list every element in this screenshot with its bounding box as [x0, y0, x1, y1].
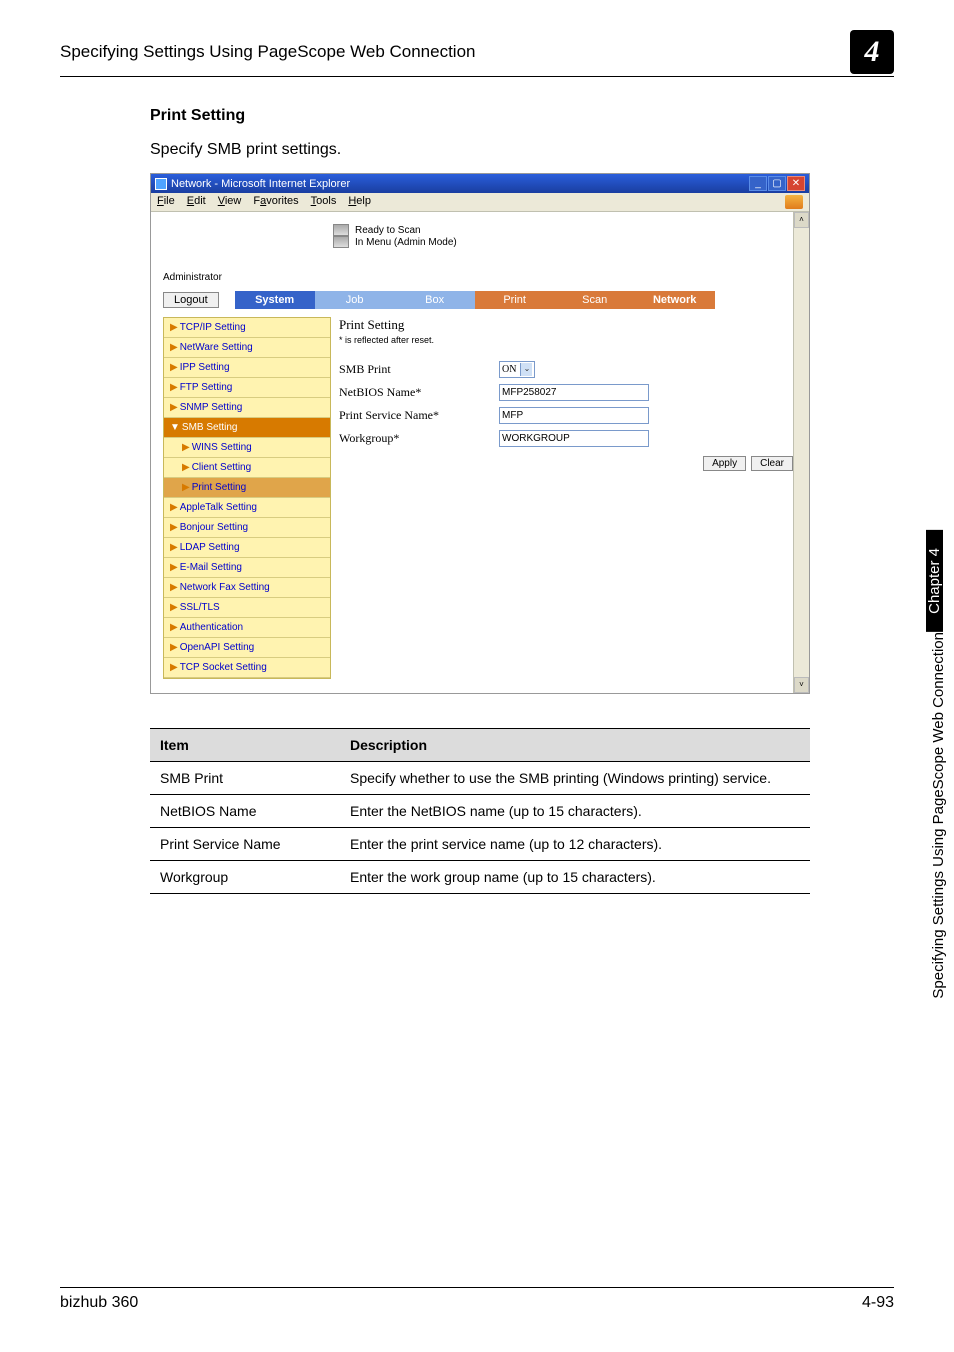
table-row: SMB Print Specify whether to use the SMB…	[150, 762, 810, 795]
minimize-button[interactable]: _	[749, 176, 767, 191]
scanner-status-icon	[333, 236, 349, 248]
admin-label: Administrator	[163, 272, 809, 283]
windows-flag-icon	[785, 195, 803, 209]
sidebar-item-netware[interactable]: ▶NetWare Setting	[164, 338, 330, 358]
table-head-item: Item	[150, 729, 340, 762]
sidebar-item-ssl[interactable]: ▶SSL/TLS	[164, 598, 330, 618]
section-intro: Specify SMB print settings.	[150, 141, 894, 159]
table-cell-desc: Enter the print service name (up to 12 c…	[340, 828, 810, 861]
tab-scan[interactable]: Scan	[555, 291, 635, 309]
service-input[interactable]	[499, 407, 649, 424]
tab-network[interactable]: Network	[635, 291, 715, 309]
maximize-button[interactable]: ▢	[768, 176, 786, 191]
side-chapter-tab: Chapter 4	[926, 530, 943, 632]
ie-icon	[155, 178, 167, 190]
netbios-label: NetBIOS Name*	[339, 385, 499, 400]
tab-box[interactable]: Box	[395, 291, 475, 309]
table-cell-desc: Specify whether to use the SMB printing …	[340, 762, 810, 795]
sidebar-item-auth[interactable]: ▶Authentication	[164, 618, 330, 638]
settings-table: Item Description SMB Print Specify wheth…	[150, 728, 810, 894]
sidebar-item-print[interactable]: ▶Print Setting	[164, 478, 330, 498]
browser-titlebar: Network - Microsoft Internet Explorer _ …	[151, 174, 809, 193]
browser-window: Network - Microsoft Internet Explorer _ …	[150, 173, 810, 694]
status-line-2: In Menu (Admin Mode)	[355, 237, 457, 248]
table-row: NetBIOS Name Enter the NetBIOS name (up …	[150, 795, 810, 828]
menu-tools[interactable]: Tools	[311, 195, 337, 209]
content-heading: Print Setting	[339, 317, 797, 333]
sidebar-item-ipp[interactable]: ▶IPP Setting	[164, 358, 330, 378]
workgroup-label: Workgroup*	[339, 431, 499, 446]
close-button[interactable]: ✕	[787, 176, 805, 191]
sidebar-item-email[interactable]: ▶E-Mail Setting	[164, 558, 330, 578]
sidebar-item-openapi[interactable]: ▶OpenAPI Setting	[164, 638, 330, 658]
chapter-number-box: 4	[850, 30, 894, 74]
printer-status-icon	[333, 224, 349, 236]
tab-print[interactable]: Print	[475, 291, 555, 309]
section-title: Print Setting	[150, 107, 894, 125]
table-cell-item: SMB Print	[150, 762, 340, 795]
menu-view[interactable]: View	[218, 195, 242, 209]
menu-favorites[interactable]: Favorites	[253, 195, 298, 209]
chevron-down-icon: ⌄	[520, 363, 532, 376]
table-cell-item: Print Service Name	[150, 828, 340, 861]
menu-file[interactable]: File	[157, 195, 175, 209]
sidebar-item-tcpip[interactable]: ▶TCP/IP Setting	[164, 318, 330, 338]
sidebar-item-ftp[interactable]: ▶FTP Setting	[164, 378, 330, 398]
sidebar-item-client[interactable]: ▶Client Setting	[164, 458, 330, 478]
smb-print-label: SMB Print	[339, 362, 499, 377]
menu-help[interactable]: Help	[348, 195, 371, 209]
table-cell-desc: Enter the work group name (up to 15 char…	[340, 861, 810, 894]
table-cell-item: Workgroup	[150, 861, 340, 894]
clear-button[interactable]: Clear	[751, 456, 793, 471]
browser-title: Network - Microsoft Internet Explorer	[171, 178, 350, 190]
browser-menu: File Edit View Favorites Tools Help	[151, 193, 809, 212]
table-cell-item: NetBIOS Name	[150, 795, 340, 828]
tab-system[interactable]: System	[235, 291, 315, 309]
sidebar-item-appletalk[interactable]: ▶AppleTalk Setting	[164, 498, 330, 518]
sidebar: ▶TCP/IP Setting ▶NetWare Setting ▶IPP Se…	[163, 317, 331, 679]
tab-job[interactable]: Job	[315, 291, 395, 309]
workgroup-input[interactable]	[499, 430, 649, 447]
sidebar-item-bonjour[interactable]: ▶Bonjour Setting	[164, 518, 330, 538]
sidebar-item-smb[interactable]: ▼SMB Setting	[164, 418, 330, 438]
content-note: * is reflected after reset.	[339, 335, 797, 345]
smb-print-select[interactable]: ON⌄	[499, 361, 535, 378]
footer-left: bizhub 360	[60, 1294, 138, 1312]
status-line-1: Ready to Scan	[355, 225, 421, 236]
table-row: Workgroup Enter the work group name (up …	[150, 861, 810, 894]
service-label: Print Service Name*	[339, 408, 499, 423]
vertical-scrollbar[interactable]: ˄ ˅	[793, 212, 809, 693]
page-header-title: Specifying Settings Using PageScope Web …	[60, 42, 476, 62]
scroll-down-icon[interactable]: ˅	[794, 677, 809, 693]
table-row: Print Service Name Enter the print servi…	[150, 828, 810, 861]
apply-button[interactable]: Apply	[703, 456, 746, 471]
footer-right: 4-93	[862, 1294, 894, 1312]
sidebar-item-snmp[interactable]: ▶SNMP Setting	[164, 398, 330, 418]
table-cell-desc: Enter the NetBIOS name (up to 15 charact…	[340, 795, 810, 828]
netbios-input[interactable]	[499, 384, 649, 401]
menu-edit[interactable]: Edit	[187, 195, 206, 209]
scroll-up-icon[interactable]: ˄	[794, 212, 809, 228]
side-text: Specifying Settings Using PageScope Web …	[926, 632, 951, 1017]
sidebar-item-tcpsocket[interactable]: ▶TCP Socket Setting	[164, 658, 330, 678]
sidebar-item-ldap[interactable]: ▶LDAP Setting	[164, 538, 330, 558]
sidebar-item-netfax[interactable]: ▶Network Fax Setting	[164, 578, 330, 598]
logout-button[interactable]: Logout	[163, 292, 219, 308]
sidebar-item-wins[interactable]: ▶WINS Setting	[164, 438, 330, 458]
table-head-desc: Description	[340, 729, 810, 762]
